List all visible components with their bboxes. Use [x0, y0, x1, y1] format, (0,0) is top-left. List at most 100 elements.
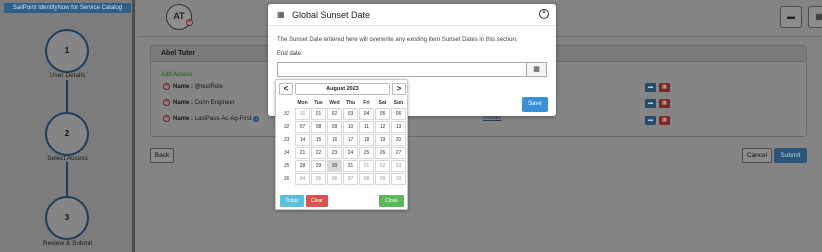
- weekday-header: Thu: [345, 99, 356, 106]
- save-button[interactable]: Save: [522, 97, 548, 112]
- day-cell[interactable]: 10: [343, 121, 358, 133]
- weekday-header: Sun: [393, 99, 404, 106]
- day-cell[interactable]: 23: [327, 147, 342, 159]
- day-cell[interactable]: 14: [295, 134, 310, 146]
- day-cell[interactable]: 24: [343, 147, 358, 159]
- calendar-icon[interactable]: ▦: [659, 99, 670, 108]
- step-connector: [66, 80, 68, 116]
- day-cell[interactable]: 04: [359, 108, 374, 120]
- day-cell[interactable]: 15: [311, 134, 326, 146]
- modal-message: The Sunset Date entered here will overwr…: [277, 37, 518, 43]
- modal-header: ▦ Global Sunset Date ×: [268, 4, 556, 26]
- day-cell[interactable]: 17: [343, 134, 358, 146]
- day-cell[interactable]: 22: [311, 147, 326, 159]
- close-icon[interactable]: ×: [539, 9, 549, 19]
- weekday-header: Mon: [297, 99, 308, 106]
- day-cell[interactable]: 11: [359, 121, 374, 133]
- day-cell[interactable]: 21: [295, 147, 310, 159]
- weekday-header: Wed: [329, 99, 340, 106]
- prev-month-button[interactable]: <: [279, 83, 293, 95]
- day-cell[interactable]: 09: [327, 121, 342, 133]
- step-connector: [66, 162, 68, 198]
- wizard-sidebar: SailPoint IdentityNow for Service Catalo…: [0, 0, 135, 252]
- day-cell-today[interactable]: 30: [327, 160, 342, 172]
- message-icon[interactable]: ▬: [645, 99, 656, 108]
- day-cell[interactable]: 05: [375, 108, 390, 120]
- day-cell[interactable]: 01: [311, 108, 326, 120]
- day-cell[interactable]: 07: [295, 121, 310, 133]
- day-cell[interactable]: 16: [327, 134, 342, 146]
- info-icon[interactable]: i: [253, 116, 260, 123]
- end-date-input[interactable]: [277, 62, 527, 77]
- cancel-button[interactable]: Cancel: [742, 148, 772, 163]
- day-cell[interactable]: 02: [327, 108, 342, 120]
- item-value: LastPass-Ac-Ag-First: [194, 116, 252, 123]
- message-icon[interactable]: ▬: [645, 83, 656, 92]
- day-cell[interactable]: 27: [391, 147, 406, 159]
- weekday-header: Fri: [363, 99, 370, 106]
- submit-button[interactable]: Submit: [774, 148, 807, 163]
- day-cell[interactable]: 31: [343, 160, 358, 172]
- datepicker: < August 2023 > Mon Tue Wed Thu Fri Sat …: [275, 79, 408, 210]
- day-cell[interactable]: 09: [375, 173, 390, 185]
- access-item: × Name : Conn Engineer: [163, 99, 235, 106]
- modal-title: Global Sunset Date: [292, 10, 371, 20]
- calendar-icon[interactable]: ▦: [659, 83, 670, 92]
- day-cell[interactable]: 19: [375, 134, 390, 146]
- day-cell[interactable]: 10: [391, 173, 406, 185]
- calendar-icon: ▦: [533, 66, 540, 73]
- end-date-label: End date:: [277, 51, 303, 57]
- weekday-header: Sat: [378, 99, 387, 106]
- step-2-circle[interactable]: 2: [45, 112, 89, 156]
- day-cell[interactable]: 03: [343, 108, 358, 120]
- day-cell[interactable]: 20: [391, 134, 406, 146]
- clear-button[interactable]: Clear: [306, 195, 328, 207]
- day-cell[interactable]: 26: [375, 147, 390, 159]
- day-cell[interactable]: 06: [391, 108, 406, 120]
- remove-icon[interactable]: ×: [163, 115, 170, 122]
- close-button[interactable]: Close: [379, 195, 404, 207]
- day-cell[interactable]: 07: [343, 173, 358, 185]
- day-cell[interactable]: 25: [359, 147, 374, 159]
- step-1-label: User Details: [49, 72, 86, 79]
- day-cell[interactable]: 08: [359, 173, 374, 185]
- today-button[interactable]: Today: [280, 195, 304, 207]
- day-cell[interactable]: 03: [391, 160, 406, 172]
- calendar-button[interactable]: ▦: [808, 6, 822, 28]
- item-label: Name :: [173, 100, 194, 107]
- item-label: Name :: [173, 84, 194, 91]
- next-month-button[interactable]: >: [392, 83, 406, 95]
- access-item: × Name : @testRole: [163, 83, 223, 90]
- remove-icon[interactable]: ×: [163, 99, 170, 106]
- message-button[interactable]: ▬: [780, 6, 802, 28]
- day-cell[interactable]: 28: [295, 160, 310, 172]
- day-cell[interactable]: 18: [359, 134, 374, 146]
- month-label[interactable]: August 2023: [295, 83, 390, 95]
- day-cell[interactable]: 13: [391, 121, 406, 133]
- day-cell[interactable]: 04: [295, 173, 310, 185]
- day-cell[interactable]: 05: [311, 173, 326, 185]
- section-label: Add Access: [161, 72, 193, 78]
- week-number: 36: [283, 176, 290, 182]
- step-2-label: Select Access: [47, 155, 88, 162]
- day-cell[interactable]: 29: [311, 160, 326, 172]
- item-value: Conn Engineer: [194, 100, 235, 107]
- app-title: SailPoint IdentityNow for Service Catalo…: [4, 3, 131, 13]
- calendar-icon[interactable]: ▦: [659, 116, 670, 125]
- avatar: AT: [166, 4, 192, 30]
- day-cell[interactable]: 02: [375, 160, 390, 172]
- week-number: 31: [283, 111, 290, 117]
- day-cell[interactable]: 06: [327, 173, 342, 185]
- day-cell[interactable]: 01: [359, 160, 374, 172]
- access-item: × Name : LastPass-Ac-Ag-First i: [163, 115, 260, 123]
- week-number: 35: [283, 163, 290, 169]
- step-1-circle[interactable]: 1: [45, 29, 89, 73]
- step-3-circle[interactable]: 3: [45, 196, 89, 240]
- day-cell[interactable]: 31: [295, 108, 310, 120]
- day-cell[interactable]: 12: [375, 121, 390, 133]
- calendar-toggle-button[interactable]: ▦: [527, 62, 547, 77]
- remove-icon[interactable]: ×: [163, 83, 170, 90]
- back-button[interactable]: Back: [150, 148, 174, 163]
- message-icon[interactable]: ▬: [645, 116, 656, 125]
- day-cell[interactable]: 08: [311, 121, 326, 133]
